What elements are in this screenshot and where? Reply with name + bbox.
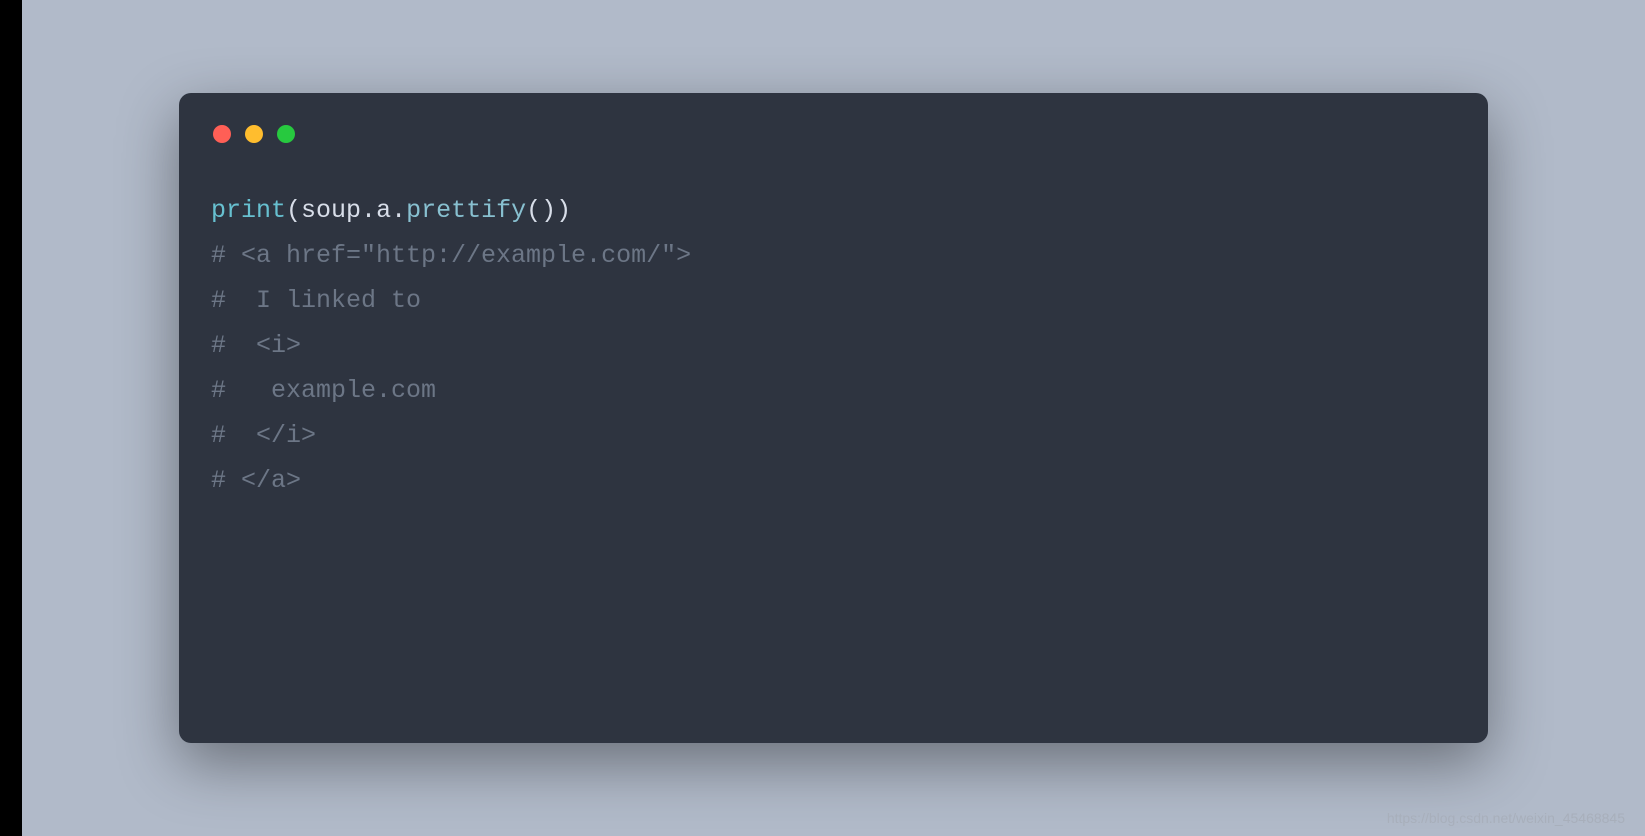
code-token-object: soup: [301, 196, 361, 225]
code-token-attr: a: [376, 196, 391, 225]
left-black-bar: [0, 0, 22, 836]
code-comment: # </a>: [211, 466, 301, 495]
code-comment: # example.com: [211, 376, 436, 405]
code-token-punct: ): [556, 196, 571, 225]
code-token-punct: (: [286, 196, 301, 225]
watermark-text: https://blog.csdn.net/weixin_45468845: [1387, 810, 1625, 826]
window-controls: [213, 125, 1456, 143]
code-comment: # <a href="http://example.com/">: [211, 241, 691, 270]
code-comment: # </i>: [211, 421, 316, 450]
code-comment: # I linked to: [211, 286, 421, 315]
minimize-icon[interactable]: [245, 125, 263, 143]
code-token-punct: .: [361, 196, 376, 225]
code-token-method: prettify: [406, 196, 526, 225]
code-comment: # <i>: [211, 331, 301, 360]
main-background: print(soup.a.prettify()) # <a href="http…: [22, 0, 1645, 836]
code-token-punct: .: [391, 196, 406, 225]
code-token-function: print: [211, 196, 286, 225]
code-window: print(soup.a.prettify()) # <a href="http…: [179, 93, 1488, 743]
code-token-punct: (): [526, 196, 556, 225]
close-icon[interactable]: [213, 125, 231, 143]
code-block: print(soup.a.prettify()) # <a href="http…: [211, 188, 1456, 503]
maximize-icon[interactable]: [277, 125, 295, 143]
